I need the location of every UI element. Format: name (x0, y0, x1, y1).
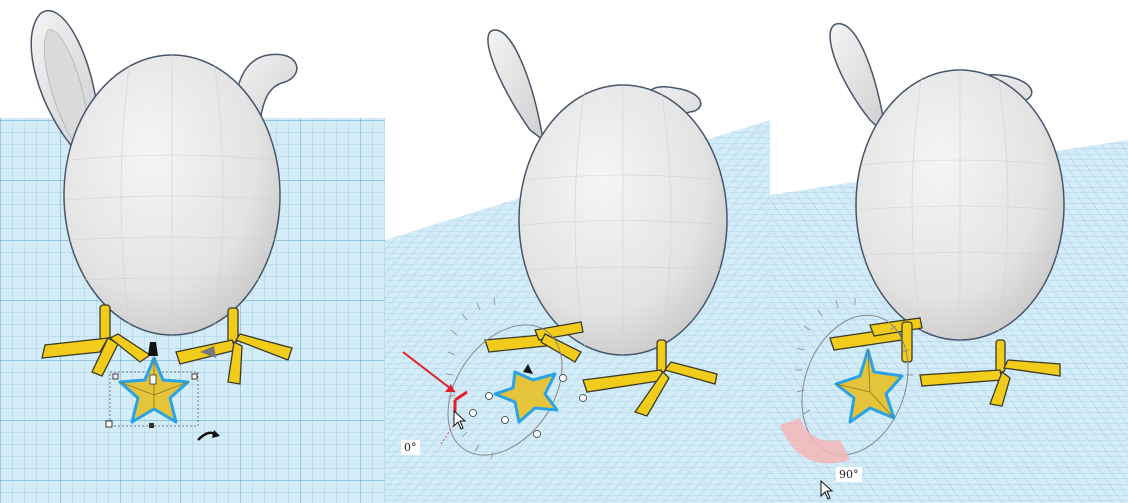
panel-3: 90° (770, 0, 1128, 503)
panel-2: 0° (385, 0, 770, 503)
workplane-scene-1[interactable] (0, 0, 385, 503)
angle-label-end: 90° (836, 467, 862, 482)
workplane-scene-2[interactable] (385, 0, 770, 503)
angle-label-start: 0° (401, 440, 420, 455)
mouse-cursor-icon (820, 480, 834, 500)
mouse-cursor-icon (453, 410, 467, 430)
workplane-scene-3[interactable] (770, 0, 1128, 503)
panel-1 (0, 0, 385, 503)
